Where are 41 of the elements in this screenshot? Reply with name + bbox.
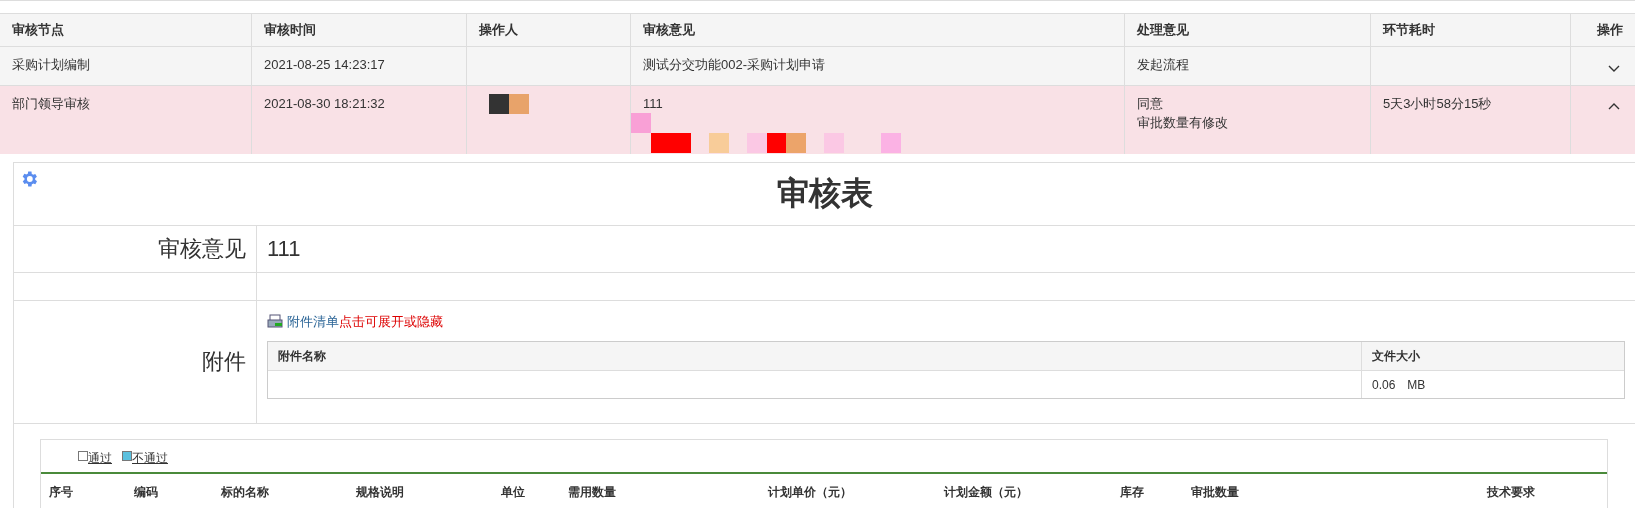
table-cell: 2021-08-25 14:23:17 bbox=[252, 46, 467, 85]
attachment-list-link[interactable]: 附件清单 bbox=[287, 313, 339, 331]
column-header: 编码 bbox=[134, 484, 159, 501]
column-header: 规格说明 bbox=[356, 484, 405, 501]
legend-label: 通过 bbox=[88, 450, 112, 467]
column-header: 需用数量 bbox=[568, 484, 617, 501]
field-label: 审核意见 bbox=[158, 235, 246, 263]
table-cell: 采购计划编制 bbox=[0, 46, 252, 85]
field-label: 附件 bbox=[202, 348, 246, 376]
table-cell: 同意 审批数量有修改 bbox=[1125, 85, 1371, 154]
column-header: 技术要求 bbox=[1487, 484, 1536, 501]
table-cell: MB bbox=[1407, 377, 1426, 392]
column-header: 审核节点 bbox=[0, 13, 252, 46]
table-cell: 2021-08-30 18:21:32 bbox=[252, 85, 467, 154]
column-header: 计划金额（元） bbox=[944, 484, 1029, 501]
redaction-drawing bbox=[489, 94, 529, 114]
printer-icon bbox=[267, 314, 283, 330]
column-header: 文件大小 bbox=[1361, 342, 1624, 371]
table-cell: 部门领导审核 bbox=[0, 85, 252, 154]
table-cell: 发起流程 bbox=[1125, 46, 1371, 85]
column-header: 审核时间 bbox=[252, 13, 467, 46]
table-cell: 5天3小时58分15秒 bbox=[1371, 85, 1571, 154]
column-header: 处理意见 bbox=[1125, 13, 1371, 46]
column-header: 单位 bbox=[501, 484, 526, 501]
column-header: 操作人 bbox=[467, 13, 631, 46]
column-header: 环节耗时 bbox=[1371, 13, 1571, 46]
field-value: 111 bbox=[267, 236, 301, 262]
form-title: 审核表 bbox=[776, 174, 873, 213]
legend-label: 不通过 bbox=[132, 450, 168, 467]
column-header: 操作 bbox=[1571, 13, 1635, 46]
column-header: 标的名称 bbox=[221, 484, 270, 501]
opinion-text: 测试分交功能002-采购计划申请 bbox=[643, 56, 827, 74]
column-header: 审批数量 bbox=[1191, 484, 1240, 501]
table-cell: 0.06 bbox=[1372, 377, 1396, 392]
column-header: 库存 bbox=[1120, 484, 1145, 501]
hint-text: 点击可展开或隐藏 bbox=[339, 313, 443, 331]
column-header: 附件名称 bbox=[268, 342, 1361, 371]
column-header: 序号 bbox=[49, 484, 74, 501]
column-header: 审核意见 bbox=[631, 13, 1125, 46]
column-header: 计划单价（元） bbox=[768, 484, 853, 501]
opinion-text: 111 bbox=[643, 95, 664, 113]
